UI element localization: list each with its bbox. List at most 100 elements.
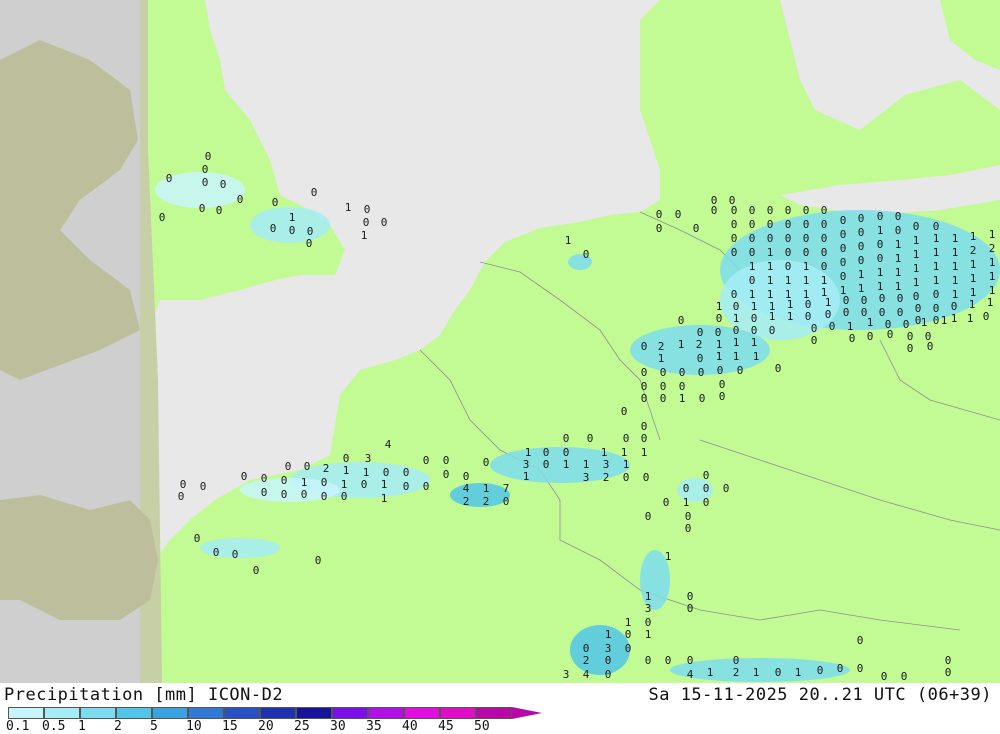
precip-value: 0 [261, 486, 268, 499]
precip-value: 0 [719, 390, 726, 403]
precip-value: 2 [483, 495, 490, 508]
precip-value: 0 [363, 216, 370, 229]
legend-swatch [80, 707, 116, 719]
precip-value: 1 [970, 272, 977, 285]
precip-value: 0 [849, 332, 856, 345]
legend-swatch [8, 707, 44, 719]
precip-value: 0 [641, 366, 648, 379]
precip-value: 1 [921, 316, 928, 329]
precip-value: 1 [707, 666, 714, 679]
precip-value: 0 [711, 204, 718, 217]
precip-value: 0 [281, 474, 288, 487]
precip-value: 0 [232, 548, 239, 561]
precip-value: 1 [895, 266, 902, 279]
precip-value: 0 [361, 478, 368, 491]
precip-value: 1 [877, 224, 884, 237]
legend-label: 0.5 [42, 719, 66, 734]
precip-value: 0 [731, 246, 738, 259]
precip-value: 0 [272, 196, 279, 209]
precip-value: 0 [703, 496, 710, 509]
precip-value: 0 [907, 342, 914, 355]
precip-value: 1 [895, 252, 902, 265]
precip-value: 0 [840, 256, 847, 269]
precip-value: 1 [716, 350, 723, 363]
precip-value: 0 [423, 480, 430, 493]
precip-value: 0 [837, 662, 844, 675]
precip-value: 0 [879, 292, 886, 305]
precip-value: 0 [641, 392, 648, 405]
precip-value: 0 [583, 248, 590, 261]
precip-value: 0 [687, 602, 694, 615]
precip-value: 0 [703, 482, 710, 495]
precip-value: 0 [769, 324, 776, 337]
precip-value: 1 [767, 246, 774, 259]
precip-value: 1 [749, 260, 756, 273]
precip-value: 0 [821, 232, 828, 245]
precip-value: 0 [194, 532, 201, 545]
precip-value: 0 [216, 204, 223, 217]
precip-value: 0 [281, 488, 288, 501]
precip-value: 0 [785, 246, 792, 259]
precip-value: 0 [857, 662, 864, 675]
legend-swatch [152, 707, 188, 719]
legend-label: 35 [366, 719, 382, 734]
precip-value: 0 [840, 228, 847, 241]
precip-value: 4 [687, 668, 694, 681]
precip-value: 1 [361, 229, 368, 242]
precip-value: 0 [605, 668, 612, 681]
map-canvas: 000 0 00 000 00 11 00 00 0 0 10 100 00 00 00 0 0 0 0 0 00 0 0 0… [0, 0, 1000, 683]
legend-label: 50 [474, 719, 490, 734]
precip-value: 0 [220, 178, 227, 191]
precip-value: 0 [749, 204, 756, 217]
precip-value: 0 [731, 232, 738, 245]
precip-value: 0 [829, 320, 836, 333]
precip-value: 1 [989, 256, 996, 269]
legend-swatch [188, 707, 224, 719]
precip-value: 1 [289, 211, 296, 224]
precip-value: 0 [785, 232, 792, 245]
precip-value: 1 [913, 262, 920, 275]
precip-value: 0 [858, 226, 865, 239]
precip-value: 1 [952, 232, 959, 245]
precip-value: 2 [583, 654, 590, 667]
precip-value: 1 [970, 230, 977, 243]
precip-value: 0 [625, 628, 632, 641]
precip-value: 1 [751, 336, 758, 349]
precip-value: 0 [785, 218, 792, 231]
map-footer: Precipitation [mm] ICON-D2 Sa 15-11-2025… [0, 683, 1000, 734]
precip-value: 3 [583, 471, 590, 484]
precip-value: 0 [821, 246, 828, 259]
precip-value: 0 [645, 654, 652, 667]
legend-label: 25 [294, 719, 310, 734]
precip-value: 0 [767, 218, 774, 231]
precip-value: 1 [583, 458, 590, 471]
precip-value: 0 [857, 634, 864, 647]
precip-value: 0 [687, 654, 694, 667]
precip-value: 1 [565, 234, 572, 247]
precip-value: 0 [403, 480, 410, 493]
land-brittany-outside [0, 495, 158, 620]
legend-arrow [512, 707, 542, 719]
precip-value: 0 [306, 237, 313, 250]
precip-value: 0 [665, 654, 672, 667]
precip-value: 0 [897, 292, 904, 305]
precip-value: 1 [665, 550, 672, 563]
precip-value: 1 [952, 274, 959, 287]
precip-value: 1 [641, 446, 648, 459]
precip-value: 0 [304, 460, 311, 473]
precip-value: 0 [717, 364, 724, 377]
precip-value: 0 [679, 366, 686, 379]
precip-value: 2 [733, 666, 740, 679]
precip-value: 0 [785, 204, 792, 217]
precip-value: 0 [821, 260, 828, 273]
precip-value: 1 [381, 478, 388, 491]
precip-value: 0 [587, 432, 594, 445]
precip-value: 0 [543, 458, 550, 471]
precip-value: 0 [749, 246, 756, 259]
precip-value: 1 [767, 260, 774, 273]
precip-value: 0 [840, 242, 847, 255]
precip-value: 1 [933, 260, 940, 273]
precip-value: 0 [858, 240, 865, 253]
precip-value: 1 [989, 270, 996, 283]
precip-value: 1 [951, 312, 958, 325]
